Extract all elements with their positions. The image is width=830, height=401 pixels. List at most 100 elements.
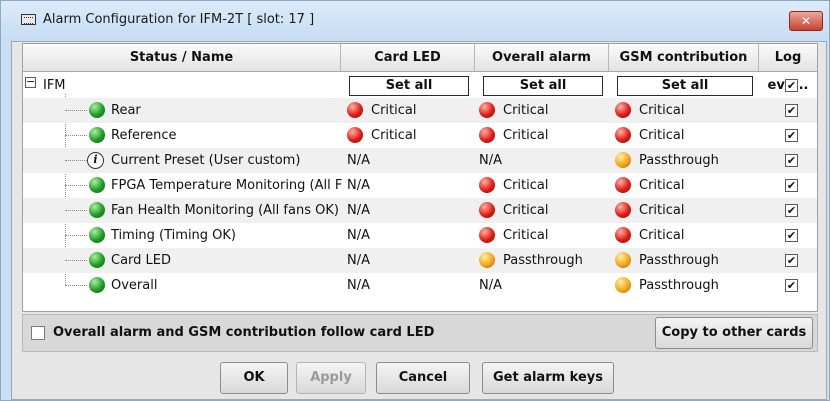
gsm-contribution-value: Critical — [639, 178, 685, 193]
gsm-contribution-cell[interactable]: Passthrough — [611, 248, 751, 273]
overall-alarm-value: Passthrough — [503, 253, 583, 268]
collapse-icon[interactable]: − — [25, 76, 36, 88]
critical-indicator-icon — [479, 202, 495, 218]
group-name: IFM — [43, 78, 66, 93]
overall-alarm-value: Critical — [503, 178, 549, 193]
status-name-cell: Timing (Timing OK) — [59, 223, 365, 248]
passthrough-indicator-icon — [479, 252, 495, 268]
card-led-cell[interactable]: N/A — [343, 223, 467, 248]
status-ok-icon — [89, 202, 105, 218]
header-status-name[interactable]: Status / Name — [23, 44, 341, 72]
status-name-cell: FPGA Temperature Monitoring (All F — [59, 173, 365, 198]
card-led-value: N/A — [347, 278, 370, 293]
overall-alarm-value: Critical — [503, 128, 549, 143]
set-all-card-led-button[interactable]: Set all — [349, 76, 469, 96]
gsm-contribution-cell[interactable]: Critical — [611, 173, 751, 198]
gsm-contribution-cell[interactable]: Critical — [611, 123, 751, 148]
title-bar[interactable]: Alarm Configuration for IFM-2T [ slot: 1… — [1, 1, 829, 41]
gsm-contribution-cell[interactable]: Critical — [611, 223, 751, 248]
card-led-value: N/A — [347, 228, 370, 243]
overall-alarm-cell[interactable]: Critical — [475, 98, 605, 123]
header-gsm-contribution[interactable]: GSM contribution — [609, 44, 759, 72]
critical-indicator-icon — [479, 127, 495, 143]
content-panel: Status / Name Card LED Overall alarm GSM… — [11, 41, 827, 400]
table-row: Reference Critical Critical Critical ✔ — [23, 123, 817, 148]
gsm-contribution-value: Passthrough — [639, 253, 719, 268]
status-name-label: Fan Health Monitoring (All fans OK) — [111, 203, 339, 218]
follow-card-led-label: Overall alarm and GSM contribution follo… — [53, 325, 435, 340]
set-all-gsm-button[interactable]: Set all — [617, 76, 753, 96]
status-ok-icon — [89, 102, 105, 118]
window-icon — [21, 14, 36, 25]
header-log-events[interactable]: Log eve... — [759, 44, 817, 93]
log-events-checkbox[interactable]: ✔ — [785, 254, 798, 267]
log-events-checkbox[interactable]: ✔ — [785, 104, 798, 117]
log-events-checkbox[interactable]: ✔ — [785, 154, 798, 167]
close-button[interactable]: ✕ — [789, 11, 823, 31]
log-events-checkbox[interactable]: ✔ — [785, 279, 798, 292]
info-icon: i — [87, 152, 104, 169]
overall-alarm-cell[interactable]: N/A — [475, 148, 605, 173]
gsm-contribution-cell[interactable]: Critical — [611, 98, 751, 123]
overall-alarm-cell[interactable]: Critical — [475, 223, 605, 248]
gsm-contribution-cell[interactable]: Passthrough — [611, 148, 751, 173]
status-ok-icon — [89, 177, 105, 193]
header-overall-alarm[interactable]: Overall alarm — [475, 44, 609, 72]
set-all-overall-button[interactable]: Set all — [483, 76, 603, 96]
card-led-cell[interactable]: N/A — [343, 173, 467, 198]
status-name-cell: Card LED — [59, 248, 365, 273]
card-led-cell[interactable]: N/A — [343, 273, 467, 298]
status-ok-icon — [89, 277, 105, 293]
status-name-label: Current Preset (User custom) — [111, 153, 301, 168]
passthrough-indicator-icon — [615, 277, 631, 293]
log-events-checkbox[interactable]: ✔ — [785, 129, 798, 142]
table-row: Timing (Timing OK) N/A Critical Critical ✔ — [23, 223, 817, 248]
card-led-cell[interactable]: N/A — [343, 198, 467, 223]
gsm-contribution-cell[interactable]: Passthrough — [611, 273, 751, 298]
group-row-ifm: − IFM Set all Set all Set all ✔ — [23, 73, 817, 98]
log-cell: ✔ — [775, 248, 811, 273]
status-name-cell: i Current Preset (User custom) — [59, 148, 365, 173]
ok-button[interactable]: OK — [220, 362, 288, 394]
overall-alarm-cell[interactable]: Passthrough — [475, 248, 605, 273]
critical-indicator-icon — [615, 102, 631, 118]
gsm-contribution-value: Critical — [639, 103, 685, 118]
status-name-label: Card LED — [111, 253, 172, 268]
critical-indicator-icon — [479, 177, 495, 193]
log-events-checkbox[interactable]: ✔ — [785, 179, 798, 192]
overall-alarm-cell[interactable]: Critical — [475, 123, 605, 148]
overall-alarm-cell[interactable]: Critical — [475, 198, 605, 223]
overall-alarm-value: Critical — [503, 103, 549, 118]
copy-to-other-cards-button[interactable]: Copy to other cards — [655, 317, 813, 349]
log-events-checkbox[interactable]: ✔ — [785, 229, 798, 242]
log-events-checkbox[interactable]: ✔ — [785, 79, 798, 92]
critical-indicator-icon — [479, 102, 495, 118]
status-ok-icon — [89, 227, 105, 243]
gsm-contribution-value: Critical — [639, 203, 685, 218]
follow-card-led-checkbox[interactable] — [31, 326, 45, 340]
table-row: FPGA Temperature Monitoring (All F N/A Cri… — [23, 173, 817, 198]
status-name-label: FPGA Temperature Monitoring (All F — [111, 178, 343, 193]
log-cell: ✔ — [775, 173, 811, 198]
table-row: Overall N/A N/A Passthrough ✔ — [23, 273, 817, 298]
apply-button[interactable]: Apply — [296, 362, 366, 394]
gsm-contribution-value: Critical — [639, 228, 685, 243]
alarm-table: Status / Name Card LED Overall alarm GSM… — [22, 43, 818, 312]
card-led-cell[interactable]: Critical — [343, 98, 467, 123]
log-cell: ✔ — [775, 123, 811, 148]
status-name-label: Rear — [111, 103, 141, 118]
card-led-cell[interactable]: Critical — [343, 123, 467, 148]
log-cell: ✔ — [775, 198, 811, 223]
get-alarm-keys-button[interactable]: Get alarm keys — [482, 362, 614, 394]
card-led-cell[interactable]: N/A — [343, 148, 467, 173]
cancel-button[interactable]: Cancel — [376, 362, 470, 394]
header-card-led[interactable]: Card LED — [341, 44, 475, 72]
overall-alarm-value: N/A — [479, 153, 502, 168]
status-name-cell: Reference — [59, 123, 365, 148]
log-events-checkbox[interactable]: ✔ — [785, 204, 798, 217]
overall-alarm-cell[interactable]: N/A — [475, 273, 605, 298]
card-led-value: N/A — [347, 203, 370, 218]
gsm-contribution-cell[interactable]: Critical — [611, 198, 751, 223]
card-led-cell[interactable]: N/A — [343, 248, 467, 273]
overall-alarm-cell[interactable]: Critical — [475, 173, 605, 198]
